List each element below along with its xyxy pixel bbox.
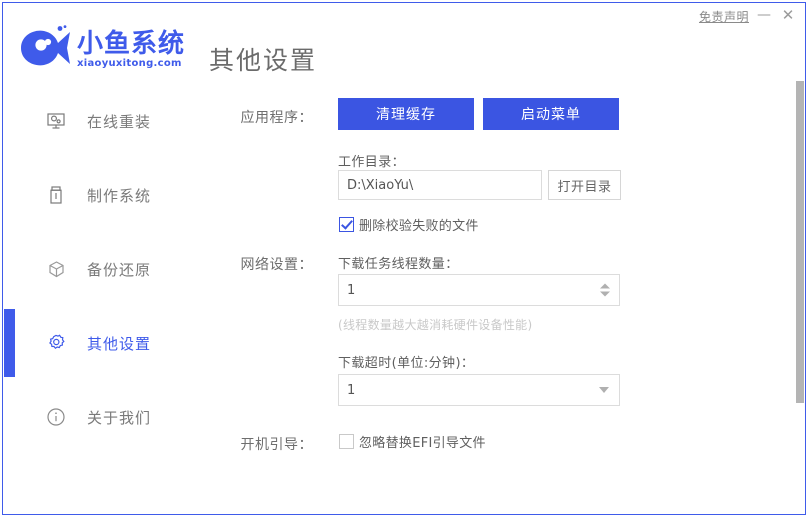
ignore-efi-checkbox[interactable]: 忽略替换EFI引导文件	[339, 432, 486, 451]
info-circle-icon	[45, 406, 67, 428]
delete-failed-files-checkbox[interactable]: 删除校验失败的文件	[339, 215, 479, 234]
download-timeout-select[interactable]: 1	[338, 374, 620, 406]
active-indicator	[4, 87, 15, 155]
thread-count-label: 下载任务线程数量：	[338, 257, 459, 272]
chevron-down-icon[interactable]	[599, 387, 609, 393]
network-section-label: 网络设置：	[240, 257, 313, 273]
thread-count-hint: (线程数量越大越消耗硬件设备性能)	[338, 318, 533, 332]
scrollbar-thumb[interactable]	[796, 81, 804, 403]
sidebar-item-online-reinstall[interactable]: 在线重装	[3, 103, 209, 139]
stepper-down-icon[interactable]	[600, 291, 610, 297]
sidebar-item-label: 关于我们	[87, 408, 152, 427]
thread-count-value: 1	[347, 282, 356, 298]
sidebar-item-about-us[interactable]: 关于我们	[3, 399, 209, 435]
app-window: 免责声明 — ✕ 小鱼系统 xiaoyuxitong.com 其他设置 在线重装…	[2, 2, 806, 515]
checkbox-box[interactable]	[339, 217, 354, 232]
active-indicator	[4, 235, 15, 303]
download-timeout-value: 1	[347, 382, 356, 398]
active-indicator	[4, 309, 15, 377]
monitor-icon	[45, 110, 67, 132]
scrollbar-track[interactable]	[796, 61, 805, 514]
clear-cache-button[interactable]: 清理缓存	[338, 98, 474, 130]
settings-content: 应用程序： 清理缓存 启动菜单 工作目录： D:\XiaoYu\ 打开目录 删除…	[209, 89, 805, 514]
sidebar-item-other-settings[interactable]: 其他设置	[3, 309, 209, 377]
boot-menu-button[interactable]: 启动菜单	[483, 98, 619, 130]
work-directory-value: D:\XiaoYu\	[347, 177, 414, 193]
page-title: 其他设置	[209, 46, 318, 75]
sidebar-item-label: 制作系统	[87, 186, 152, 205]
checkbox-label: 忽略替换EFI引导文件	[359, 436, 486, 451]
shield-box-icon	[45, 258, 67, 280]
brand-name-cn: 小鱼系统	[77, 29, 186, 59]
active-indicator	[4, 383, 15, 451]
active-indicator	[4, 161, 15, 229]
open-directory-button[interactable]: 打开目录	[548, 170, 621, 200]
usb-drive-icon	[45, 184, 67, 206]
app-header: 小鱼系统 xiaoyuxitong.com 其他设置	[3, 3, 805, 89]
sidebar-item-label: 备份还原	[87, 260, 152, 279]
brand-logo: 小鱼系统 xiaoyuxitong.com	[17, 25, 185, 71]
sidebar-item-label: 在线重装	[87, 112, 152, 131]
download-timeout-label: 下载超时(单位:分钟)：	[338, 356, 475, 371]
sidebar-item-label: 其他设置	[87, 334, 152, 353]
brand-text: 小鱼系统 xiaoyuxitong.com	[77, 31, 185, 71]
thread-count-stepper[interactable]: 1	[338, 274, 620, 306]
brand-name-en: xiaoyuxitong.com	[77, 58, 182, 69]
sidebar-item-backup-restore[interactable]: 备份还原	[3, 251, 209, 287]
sidebar: 在线重装 制作系统 备份还原 其他设置 关于我们	[3, 89, 209, 514]
application-section-label: 应用程序：	[240, 110, 313, 126]
gear-icon	[45, 332, 67, 354]
checkbox-label: 删除校验失败的文件	[359, 219, 479, 234]
checkbox-box[interactable]	[339, 434, 354, 449]
boot-section-label: 开机引导：	[240, 437, 313, 453]
work-directory-label: 工作目录：	[338, 155, 406, 170]
work-directory-input[interactable]: D:\XiaoYu\	[338, 170, 542, 200]
fish-logo-icon	[17, 25, 73, 71]
stepper-up-icon[interactable]	[600, 283, 610, 289]
stepper-arrows[interactable]	[600, 283, 610, 297]
sidebar-item-make-system[interactable]: 制作系统	[3, 177, 209, 213]
